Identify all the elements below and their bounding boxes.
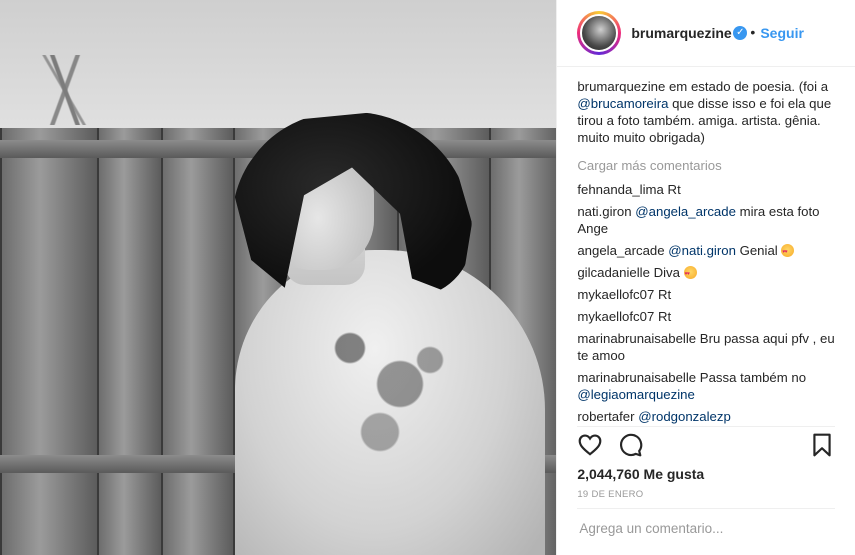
post-caption: brumarquezine em estado de poesia. (foi … [577, 78, 837, 146]
divider [577, 508, 836, 509]
comment: gilcadanielle Diva [577, 264, 837, 283]
comment-username[interactable]: angela_arcade [577, 243, 664, 258]
photo-shadow [290, 300, 490, 540]
comment-text: Passa também no [696, 370, 807, 385]
comment: marinabrunaisabelle Passa também no @leg… [577, 369, 837, 403]
comment-mention[interactable]: @angela_arcade [635, 204, 736, 219]
instagram-post: brumarquezine ✓ • Seguir brumarquezine e… [0, 0, 855, 555]
likes-count[interactable]: 2,044,760 Me gusta [577, 466, 704, 482]
comment-mention[interactable]: @legiaomarquezine [577, 387, 695, 402]
divider [577, 426, 836, 427]
caption-text: em estado de poesia. (foi a [665, 79, 829, 94]
fence-plank [97, 128, 161, 555]
likes-number: 2,044,760 [577, 466, 640, 482]
header-username[interactable]: brumarquezine [631, 25, 731, 41]
comment-text: Rt [654, 287, 672, 302]
comment: nati.giron @angela_arcade mira esta foto… [577, 203, 837, 237]
heart-icon[interactable] [577, 432, 603, 458]
comment: robertafer @rodgonzalezp [577, 408, 837, 425]
post-header: brumarquezine ✓ • Seguir [557, 0, 855, 67]
photo-grass [0, 55, 130, 125]
comment-username[interactable]: marinabrunaisabelle [577, 331, 696, 346]
comment-username[interactable]: nati.giron [577, 204, 631, 219]
load-more-comments-button[interactable]: Cargar más comentarios [577, 157, 837, 174]
post-side-panel: brumarquezine ✓ • Seguir brumarquezine e… [556, 0, 855, 555]
follow-button[interactable]: Seguir [760, 25, 804, 41]
post-photo[interactable] [0, 0, 557, 555]
caption-username[interactable]: brumarquezine [577, 79, 665, 94]
comment-icon[interactable] [617, 432, 643, 458]
comment: mykaellofc07 Rt [577, 286, 837, 303]
post-date[interactable]: 19 DE ENERO [577, 489, 643, 500]
verified-icon: ✓ [733, 26, 748, 40]
comment-mention[interactable]: @nati.giron [668, 243, 736, 258]
comment-text: Rt [663, 182, 681, 197]
comment-username[interactable]: robertafer [577, 409, 634, 424]
separator-dot: • [750, 24, 756, 40]
action-bar [577, 432, 835, 460]
comment-username[interactable]: gilcadanielle [577, 265, 650, 280]
heart-eyes-emoji-icon [781, 244, 795, 261]
comment: marinabrunaisabelle Bru passa aqui pfv ,… [577, 330, 837, 364]
comment: angela_arcade @nati.giron Genial [577, 242, 837, 261]
fence-plank [161, 128, 233, 555]
heart-eyes-emoji-icon [683, 266, 697, 283]
comment: fehnanda_lima Rt [577, 181, 837, 198]
caption-mention[interactable]: @brucamoreira [577, 96, 668, 111]
comment-username[interactable]: marinabrunaisabelle [577, 370, 696, 385]
fence-plank [0, 128, 97, 555]
comment: mykaellofc07 Rt [577, 308, 837, 325]
comment-text: Genial [735, 243, 782, 258]
likes-label: Me gusta [639, 466, 705, 482]
comment-username[interactable]: mykaellofc07 [577, 309, 654, 324]
comment-username[interactable]: mykaellofc07 [577, 287, 654, 302]
add-comment-input[interactable] [577, 520, 840, 537]
comment-username[interactable]: fehnanda_lima [577, 182, 664, 197]
comments-list[interactable]: brumarquezine em estado de poesia. (foi … [577, 78, 837, 426]
comment-text: Diva [649, 265, 684, 280]
comment-mention[interactable]: @rodgonzalezp [638, 409, 731, 424]
comment-text: Rt [654, 309, 672, 324]
bookmark-icon[interactable] [809, 432, 835, 458]
